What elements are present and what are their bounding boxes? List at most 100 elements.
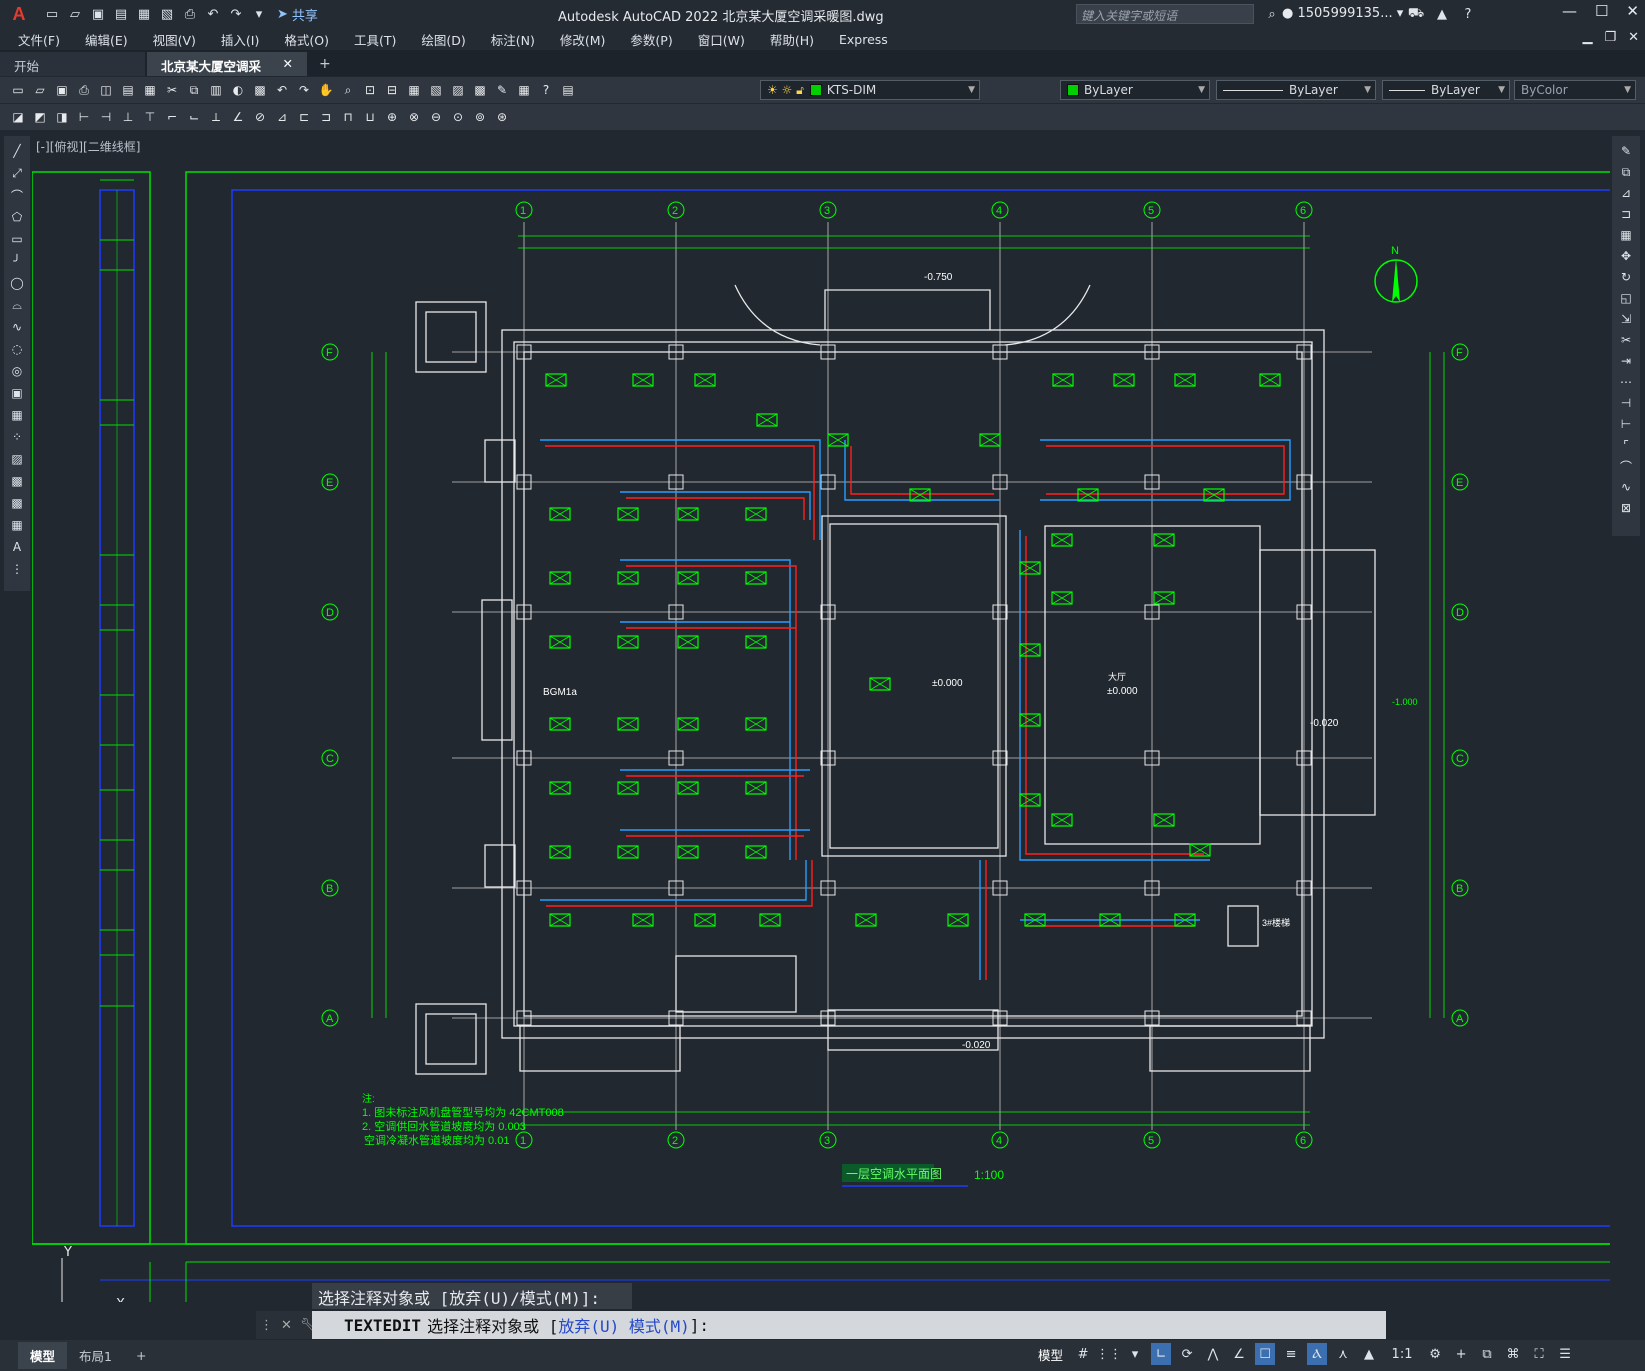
ellipse-arc-icon[interactable]: ◎ [7,362,27,380]
redo-icon[interactable]: ↷ [294,80,314,100]
command-option-undo[interactable]: 放弃(U) [558,1313,619,1337]
make-block-icon[interactable]: ▦ [7,406,27,424]
annotation-visibility-icon[interactable]: Ⲁ [1307,1343,1328,1365]
plus-icon[interactable]: + [1451,1343,1471,1365]
erase-icon[interactable]: ✎ [1616,142,1636,160]
lineweight-dropdown[interactable]: ByLayer ▼ [1382,80,1510,100]
menu-item[interactable]: 绘图(D) [421,30,465,49]
dimension-tool-icon[interactable]: ⊿ [272,107,292,127]
dimension-tool-icon[interactable]: ◪ [8,107,28,127]
dimension-tool-icon[interactable]: ⊚ [470,107,490,127]
insert-block-icon[interactable]: ▣ [7,384,27,402]
menu-item[interactable]: 编辑(E) [85,30,128,49]
linetype-dropdown[interactable]: ByLayer ▼ [1216,80,1376,100]
redo-icon[interactable]: ↷ [226,4,246,24]
dimension-tool-icon[interactable]: ◩ [30,107,50,127]
tab-drawing[interactable]: 北京某大厦空调采暖图* ✕ [147,52,307,93]
polygon-icon[interactable]: ⬠ [7,208,27,226]
menu-item[interactable]: 帮助(H) [770,30,814,49]
dimension-tool-icon[interactable]: ⊢ [74,107,94,127]
scale-dropdown[interactable]: 1:1 [1385,1343,1419,1365]
save-icon[interactable]: ▣ [88,4,108,24]
table-icon[interactable]: ▦ [7,516,27,534]
region-icon[interactable]: ▩ [7,494,27,512]
3d-dwf-icon[interactable]: ▦ [140,80,160,100]
trim-icon[interactable]: ✂ [1616,331,1636,349]
move-icon[interactable]: ✥ [1616,247,1636,265]
dimension-tool-icon[interactable] [514,107,534,127]
cut-icon[interactable]: ✂ [162,80,182,100]
qat-dropdown-icon[interactable]: ▾ [249,4,269,24]
dimension-tool-icon[interactable]: ⊤ [140,107,160,127]
paste-icon[interactable]: ▥ [206,80,226,100]
join-icon[interactable]: ⊢ [1616,415,1636,433]
tab-layout1[interactable]: 布局1 [67,1342,124,1369]
zoom-prev-icon[interactable]: ⊟ [382,80,402,100]
plotstyle-dropdown[interactable]: ByColor ▼ [1514,80,1636,100]
dimension-tool-icon[interactable]: ⊖ [426,107,446,127]
design-center-icon[interactable]: ▧ [426,80,446,100]
save-icon[interactable]: ▣ [52,80,72,100]
tab-model[interactable]: 模型 [18,1342,68,1369]
break-at-point-icon[interactable]: ⋯ [1616,373,1636,391]
ellipse-icon[interactable]: ◌ [7,340,27,358]
point-icon[interactable]: ⁘ [7,428,27,446]
search-input[interactable]: 键入关键字或短语 [1076,4,1254,24]
dimension-tool-icon[interactable]: ⊗ [404,107,424,127]
grid-icon[interactable]: # [1073,1343,1093,1365]
calc-icon[interactable]: ▦ [514,80,534,100]
open-file-icon[interactable]: ▱ [65,4,85,24]
annotation-scale-icon[interactable]: ▲ [1359,1343,1379,1365]
dimension-tool-icon[interactable]: ⊓ [338,107,358,127]
circle-icon[interactable]: ◯ [7,274,27,292]
dimension-tool-icon[interactable]: ⌐ [162,107,182,127]
tab-start[interactable]: 开始 [0,52,145,76]
zoom-realtime-icon[interactable]: ⌕ [338,80,358,100]
rectangle-icon[interactable]: ▭ [7,230,27,248]
drawing-canvas[interactable]: 112233445566F FE ED DC CB BA A -0.750 -0… [32,132,1610,1302]
extend-icon[interactable]: ⇥ [1616,352,1636,370]
copy-object-icon[interactable]: ⧉ [1616,163,1636,181]
menu-item[interactable]: 格式(O) [284,30,329,49]
viewport-controls[interactable]: [-][俯视][二维线框] [36,138,140,155]
hatch-icon[interactable]: ▨ [7,450,27,468]
menu-item[interactable]: 视图(V) [153,30,196,49]
snap-icon[interactable]: ⋮⋮ [1096,1343,1122,1365]
dimension-tool-icon[interactable]: ◨ [52,107,72,127]
save-as-icon[interactable]: ▤ [111,4,131,24]
menu-item[interactable]: 标注(N) [491,30,535,49]
menu-item[interactable]: 参数(P) [630,30,672,49]
help-icon[interactable]: ? [1458,4,1478,24]
chamfer-icon[interactable]: ⌜ [1616,436,1636,454]
workspace-gear-icon[interactable]: ⚙ [1425,1343,1445,1365]
doc-minimize-icon[interactable]: ▁ [1582,30,1592,45]
new-file-icon[interactable]: ▭ [42,4,62,24]
object-snap-tracking-icon[interactable]: ∠ [1229,1343,1249,1365]
dimension-tool-icon[interactable]: ⊏ [294,107,314,127]
close-icon[interactable]: ✕ [1626,2,1639,20]
command-line-input[interactable]: TEXTEDIT 选择注释对象或 [ 放弃(U) 模式(M) ]: [312,1311,1386,1339]
polyline-icon[interactable]: ⌒ [7,186,27,204]
dimension-tool-icon[interactable]: ⊣ [96,107,116,127]
search-icon[interactable]: ⌕ [1262,4,1282,24]
zoom-window-icon[interactable]: ⊡ [360,80,380,100]
dimension-tool-icon[interactable]: ⊙ [448,107,468,127]
block-editor-icon[interactable]: ▩ [250,80,270,100]
gradient-icon[interactable]: ▩ [7,472,27,490]
menu-item[interactable]: 插入(I) [221,30,259,49]
scale-icon[interactable]: ◱ [1616,289,1636,307]
publish-icon[interactable]: ▦ [134,4,154,24]
publish-icon[interactable]: ▤ [118,80,138,100]
dimension-tool-icon[interactable]: ⟂ [206,107,226,127]
auto-scale-icon[interactable]: ⋏ [1333,1343,1353,1365]
hardware-acceleration-icon[interactable]: ⌘ [1503,1343,1523,1365]
dimension-tool-icon[interactable]: ⊕ [382,107,402,127]
share-button[interactable]: ➤ 共享 [277,5,318,24]
explode-icon[interactable]: ⊠ [1616,499,1636,517]
plot-icon[interactable]: ⎙ [180,4,200,24]
xline-icon[interactable]: ⤢ [7,164,27,182]
cart-icon[interactable]: ⛟ [1406,4,1426,24]
add-selected-icon[interactable]: ⋮ [7,560,27,578]
user-account[interactable]: ● 1505999135... ▾ [1282,6,1403,21]
new-icon[interactable]: ▭ [8,80,28,100]
